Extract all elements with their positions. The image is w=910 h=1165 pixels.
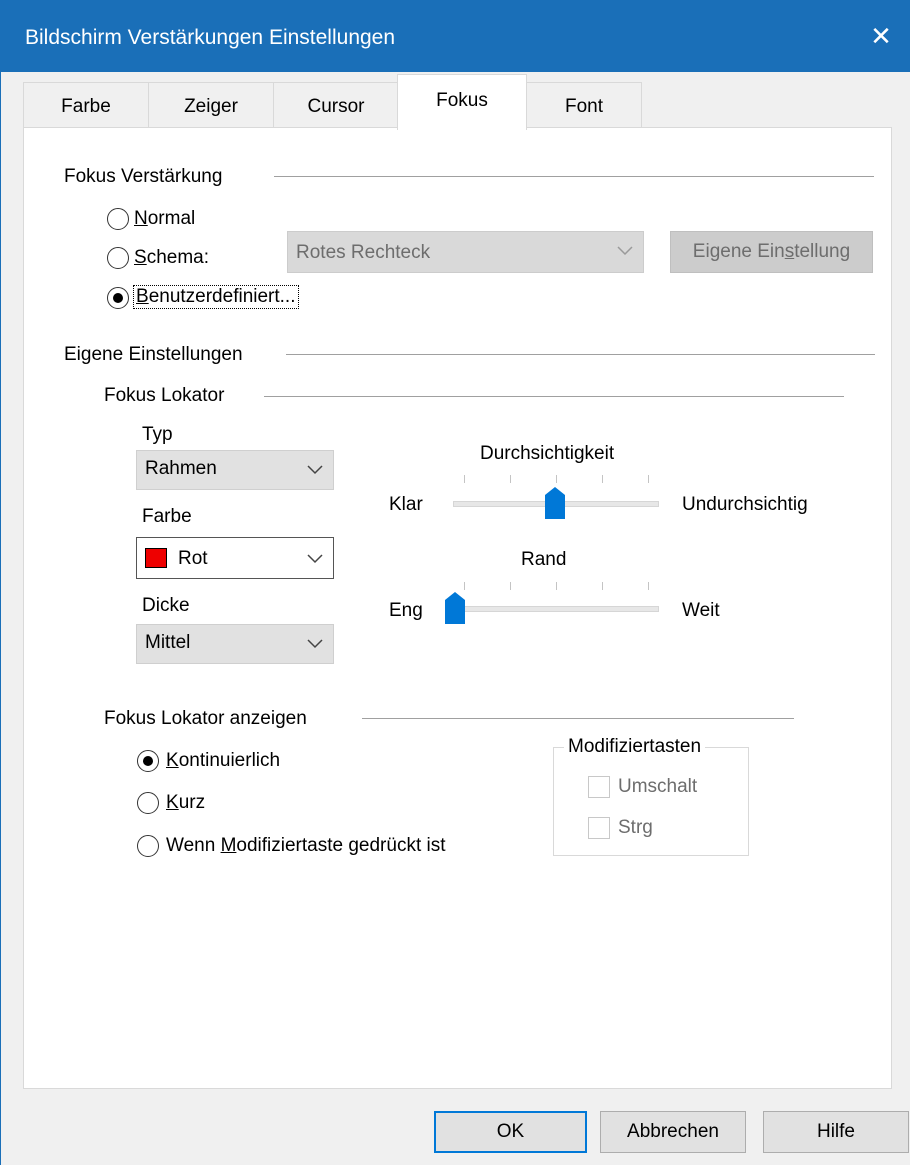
chevron-down-icon (307, 465, 323, 475)
radio-wenn-modifiziertaste[interactable] (137, 835, 159, 857)
anzeigen-heading: Fokus Lokator anzeigen (104, 708, 307, 729)
dicke-select-value: Mittel (145, 632, 191, 653)
durchsichtigkeit-label: Durchsichtigkeit (480, 443, 615, 464)
window-title: Bildschirm Verstärkungen Einstellungen (25, 26, 396, 49)
slider-tick (602, 582, 603, 590)
dicke-select[interactable]: Mittel (136, 624, 334, 664)
rand-label: Rand (521, 549, 567, 570)
slider-tick (464, 582, 465, 590)
tab-font[interactable]: Font (526, 82, 642, 128)
typ-label: Typ (142, 424, 173, 445)
tab-panel-fokus: Fokus Verstärkung Normal Schema: Rotes R… (23, 127, 892, 1089)
rand-slider-thumb[interactable] (444, 591, 466, 625)
eigene-einstellung-button[interactable]: Eigene Einstellung (670, 231, 873, 273)
tab-farbe[interactable]: Farbe (23, 82, 149, 128)
rand-min-label: Eng (389, 600, 423, 621)
radio-kurz[interactable] (137, 792, 159, 814)
rand-max-label: Weit (682, 600, 720, 621)
farbe-select-value: Rot (178, 548, 208, 569)
umschalt-checkbox[interactable] (588, 776, 610, 798)
farbe-label: Farbe (142, 506, 192, 527)
eigene-einstellungen-heading: Eigene Einstellungen (64, 344, 243, 365)
radio-benutzerdefiniert-label[interactable]: Benutzerdefiniert... (133, 285, 299, 309)
tab-cursor[interactable]: Cursor (273, 82, 399, 128)
typ-select[interactable]: Rahmen (136, 450, 334, 490)
durchsichtigkeit-min-label: Klar (389, 494, 423, 515)
fokus-verstaerkung-heading: Fokus Verstärkung (64, 166, 223, 187)
slider-tick (602, 475, 603, 483)
section-divider (362, 718, 794, 719)
radio-wenn-label[interactable]: Wenn Modifiziertaste gedrückt ist (166, 835, 446, 857)
strg-checkbox[interactable] (588, 817, 610, 839)
section-divider (274, 176, 874, 177)
radio-schema-label[interactable]: Schema: (134, 247, 209, 269)
radio-kontinuierlich[interactable] (137, 750, 159, 772)
dialog-window: Bildschirm Verstärkungen Einstellungen ✕… (0, 0, 910, 1165)
ok-button[interactable]: OK (434, 1111, 587, 1153)
durchsichtigkeit-slider-thumb[interactable] (544, 486, 566, 520)
slider-tick (648, 475, 649, 483)
section-divider (264, 396, 844, 397)
dicke-label: Dicke (142, 595, 190, 616)
cancel-button[interactable]: Abbrechen (600, 1111, 746, 1153)
title-bar: Bildschirm Verstärkungen Einstellungen ✕ (1, 0, 910, 72)
radio-schema[interactable] (107, 247, 129, 269)
slider-tick (510, 475, 511, 483)
slider-tick (556, 582, 557, 590)
help-button[interactable]: Hilfe (763, 1111, 909, 1153)
slider-tick (510, 582, 511, 590)
farbe-select[interactable]: Rot (136, 537, 334, 579)
modifiziertasten-group (553, 747, 749, 856)
radio-benutzerdefiniert[interactable] (107, 287, 129, 309)
color-swatch (145, 548, 167, 568)
durchsichtigkeit-max-label: Undurchsichtig (682, 494, 808, 515)
schema-select[interactable]: Rotes Rechteck (287, 231, 644, 273)
fokus-lokator-heading: Fokus Lokator (104, 385, 225, 406)
close-button[interactable]: ✕ (851, 0, 910, 72)
chevron-down-icon (307, 639, 323, 649)
radio-normal-label[interactable]: Normal (134, 208, 195, 230)
chevron-down-icon (617, 246, 633, 256)
radio-normal[interactable] (107, 208, 129, 230)
slider-tick (648, 582, 649, 590)
strg-label: Strg (618, 817, 653, 838)
typ-select-value: Rahmen (145, 458, 217, 479)
section-divider (286, 354, 875, 355)
chevron-down-icon (307, 554, 323, 564)
slider-tick (464, 475, 465, 483)
radio-kontinuierlich-label[interactable]: Kontinuierlich (166, 750, 280, 772)
rand-track[interactable] (453, 606, 659, 612)
slider-tick (556, 475, 557, 483)
modifiziertasten-title: Modifiziertasten (564, 736, 706, 758)
radio-kurz-label[interactable]: Kurz (166, 792, 205, 814)
tab-zeiger[interactable]: Zeiger (148, 82, 274, 128)
tab-fokus[interactable]: Fokus (397, 74, 527, 130)
umschalt-label: Umschalt (618, 776, 698, 797)
schema-select-value: Rotes Rechteck (296, 242, 431, 263)
